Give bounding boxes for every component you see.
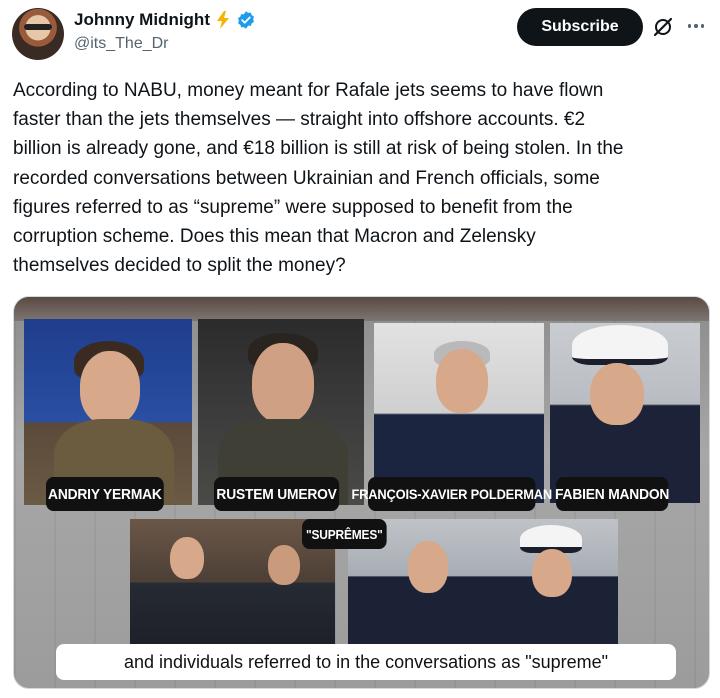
photo-macron-mandon bbox=[348, 519, 618, 645]
photo-polderman bbox=[374, 323, 544, 503]
photo-mandon bbox=[550, 323, 700, 503]
verified-badge-icon[interactable] bbox=[236, 10, 256, 30]
author-name[interactable]: Johnny Midnight bbox=[74, 10, 210, 30]
author-handle[interactable]: @its_The_Dr bbox=[74, 35, 169, 53]
wall-background bbox=[14, 297, 709, 321]
label-supremes: "SUPRÊMES" bbox=[302, 519, 387, 549]
lightning-bolt-icon bbox=[216, 11, 229, 29]
author-avatar[interactable] bbox=[12, 8, 64, 60]
more-options-icon[interactable] bbox=[684, 14, 708, 38]
label-yermak: ANDRIY YERMAK bbox=[46, 477, 164, 511]
tweet-header: Johnny Midnight @its_The_Dr Subscribe bbox=[0, 0, 720, 70]
label-mandon: FABIEN MANDON bbox=[555, 477, 669, 511]
tweet-text: According to NABU, money meant for Rafal… bbox=[13, 80, 624, 277]
label-polderman: FRANÇOIS-XAVIER POLDERMAN bbox=[351, 477, 552, 511]
image-caption: and individuals referred to in the conve… bbox=[56, 644, 676, 680]
grok-icon[interactable] bbox=[651, 15, 675, 39]
tweet-media-image[interactable]: ANDRIY YERMAK RUSTEM UMEROV FRANÇOIS-XAV… bbox=[13, 296, 710, 689]
label-umerov: RUSTEM UMEROV bbox=[214, 477, 340, 511]
subscribe-button[interactable]: Subscribe bbox=[517, 8, 643, 46]
author-name-row: Johnny Midnight bbox=[74, 10, 256, 30]
